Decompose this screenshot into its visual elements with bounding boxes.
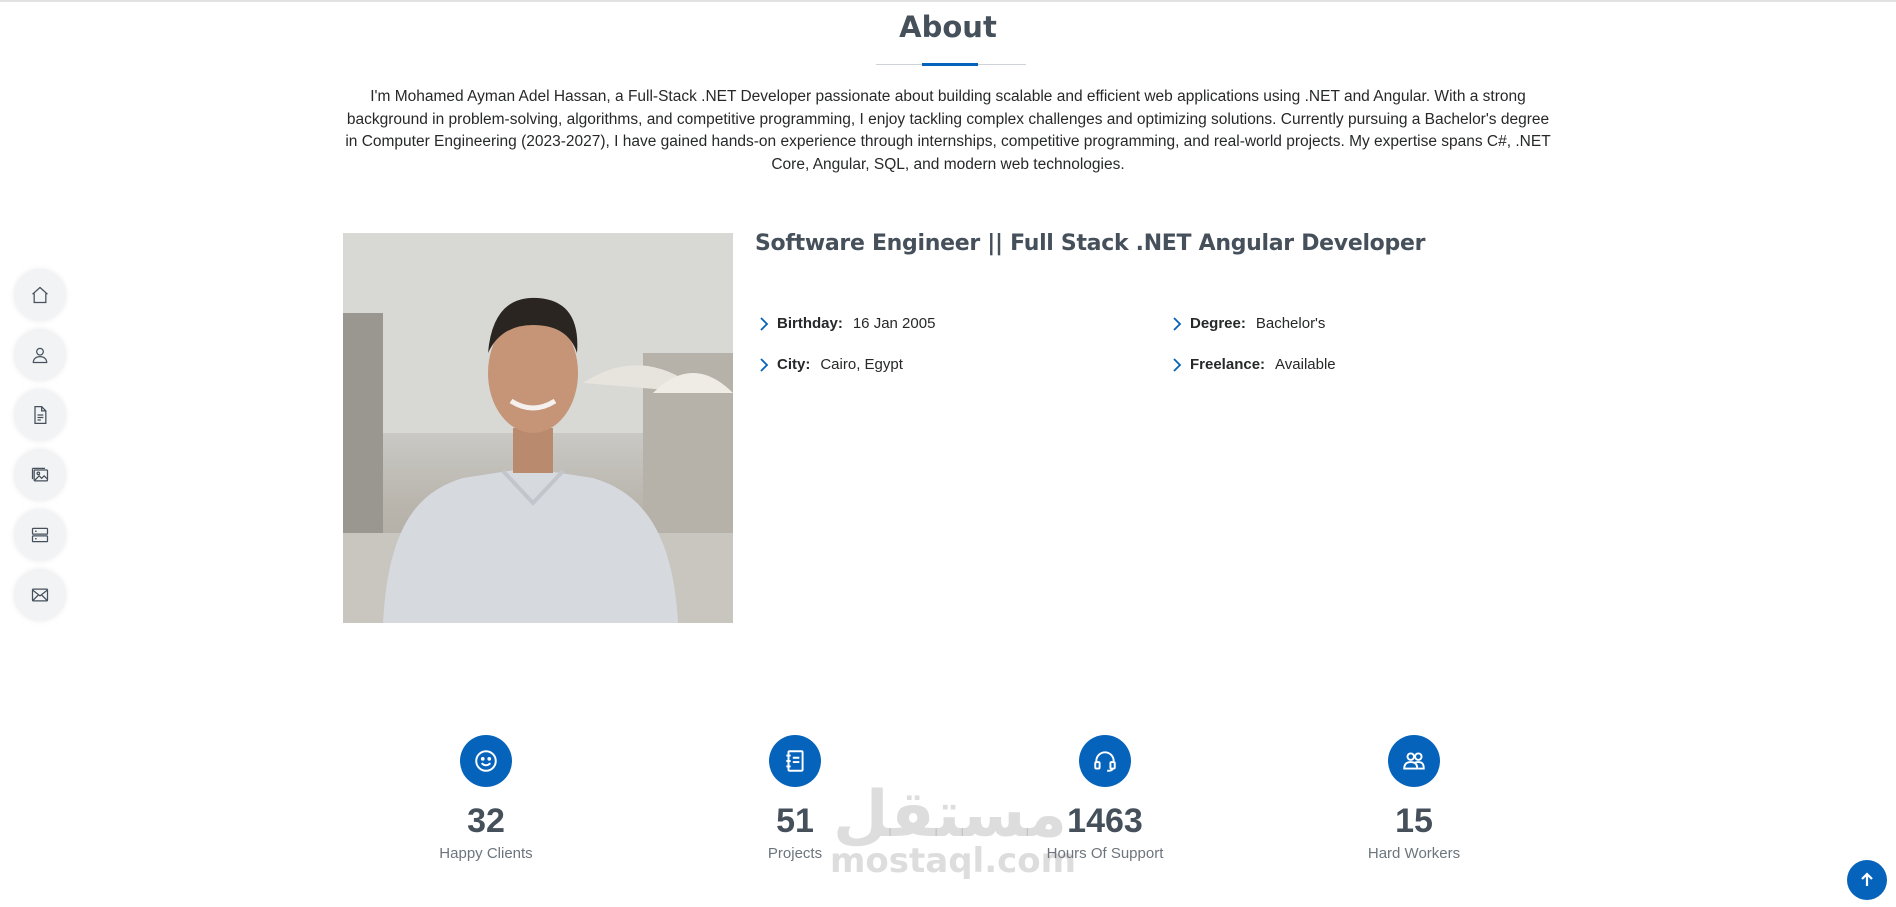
stat-label: Hours Of Support <box>1046 845 1164 862</box>
about-intro: I'm Mohamed Ayman Adel Hassan, a Full-St… <box>345 88 1551 173</box>
info-label: City: <box>777 356 811 373</box>
stat-icon-badge <box>1388 735 1440 787</box>
stat-number: 15 <box>1395 802 1433 840</box>
nav-resume[interactable] <box>14 389 66 441</box>
stat-hard-workers: 15 Hard Workers <box>1314 735 1514 862</box>
stat-hours-support: 1463 Hours Of Support <box>1005 735 1205 862</box>
people-icon <box>1403 752 1425 770</box>
stat-label: Happy Clients <box>439 845 533 862</box>
headset-icon <box>1094 751 1116 772</box>
info-value: 16 Jan 2005 <box>852 315 936 332</box>
person-icon <box>32 347 48 364</box>
chevron-right-icon <box>1170 316 1184 331</box>
info-label: Degree: <box>1190 315 1246 332</box>
info-degree: Degree: Bachelor's <box>1170 315 1325 332</box>
side-nav <box>14 269 66 621</box>
chevron-right-icon <box>757 316 771 331</box>
home-icon <box>32 286 48 304</box>
nav-services[interactable] <box>14 509 66 561</box>
profile-photo <box>343 233 733 623</box>
chevron-right-icon <box>1170 357 1184 372</box>
role-title: Software Engineer || Full Stack .NET Ang… <box>755 231 1426 256</box>
profile-photo-illustration <box>343 233 733 623</box>
server-icon <box>31 527 49 543</box>
images-icon <box>31 467 49 482</box>
info-label: Birthday: <box>777 315 843 332</box>
stat-number: 51 <box>776 802 814 840</box>
stat-projects: 51 Projects <box>695 735 895 862</box>
chevron-right-icon <box>757 357 771 372</box>
back-to-top-button[interactable] <box>1847 860 1887 900</box>
stat-icon-badge <box>460 735 512 787</box>
arrow-up-icon <box>1861 872 1873 886</box>
smiley-icon <box>475 750 497 772</box>
journal-icon <box>786 750 804 772</box>
stat-icon-badge <box>769 735 821 787</box>
nav-contact[interactable] <box>14 569 66 621</box>
info-freelance: Freelance: Available <box>1170 356 1336 373</box>
stat-icon-badge <box>1079 735 1131 787</box>
file-icon <box>34 406 47 424</box>
info-label: Freelance: <box>1190 356 1266 373</box>
info-value: Cairo, Egypt <box>820 356 903 373</box>
nav-home[interactable] <box>14 269 66 321</box>
stat-label: Projects <box>767 845 823 862</box>
top-border <box>0 0 1896 2</box>
title-underline-accent <box>922 63 978 66</box>
info-birthday: Birthday: 16 Jan 2005 <box>757 315 935 332</box>
stat-number: 32 <box>467 802 505 840</box>
envelope-icon <box>31 588 49 602</box>
stat-happy-clients: 32 Happy Clients <box>386 735 586 862</box>
info-value: Available <box>1275 356 1336 373</box>
nav-portfolio[interactable] <box>14 449 66 501</box>
nav-about[interactable] <box>14 329 66 381</box>
stat-label: Hard Workers <box>1367 845 1461 862</box>
info-city: City: Cairo, Egypt <box>757 356 903 373</box>
stat-number: 1463 <box>1067 802 1143 840</box>
info-value: Bachelor's <box>1255 315 1326 332</box>
section-title: About <box>899 10 997 44</box>
